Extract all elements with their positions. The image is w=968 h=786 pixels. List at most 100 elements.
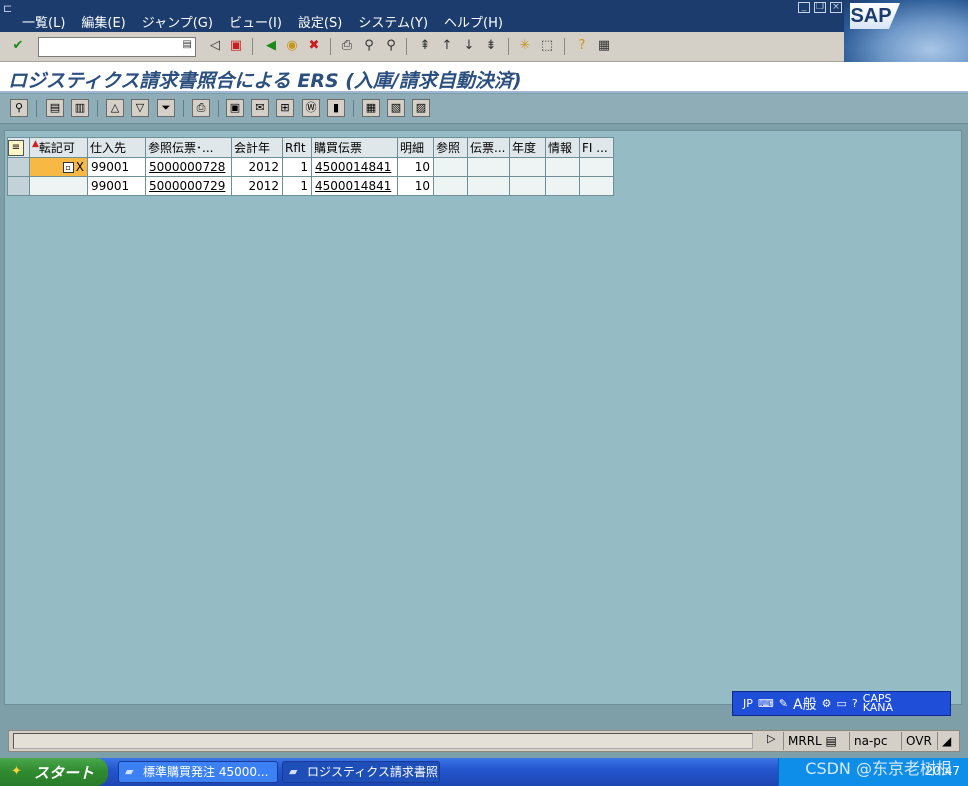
help-icon[interactable]: ? — [573, 37, 591, 55]
info-cell[interactable] — [545, 157, 580, 177]
item-cell[interactable]: 10 — [397, 176, 434, 196]
first-page-icon[interactable]: ⇞ — [416, 37, 434, 55]
grid-layout-cell[interactable]: ≡ — [7, 137, 30, 158]
vendor-cell[interactable]: 99001 — [87, 176, 146, 196]
po-link[interactable]: 4500014841 — [311, 157, 398, 177]
po-link[interactable]: 4500014841 — [311, 176, 398, 196]
ime-dictionary-icon[interactable]: ▭ — [836, 697, 846, 710]
change-layout-icon[interactable]: ▦ — [362, 99, 380, 117]
column-header-ref-doc[interactable]: 参照伝票･... — [145, 137, 232, 158]
restore-icon[interactable]: ❐ — [814, 2, 826, 13]
column-header-reference[interactable]: 参照 — [433, 137, 468, 158]
task-button-ers[interactable]: ▰ ロジスティクス請求書照... — [282, 761, 440, 783]
post-cell[interactable]: ▫ X — [29, 157, 88, 177]
column-header-post[interactable]: ▲転記可 — [29, 137, 88, 158]
post-cell[interactable] — [29, 176, 88, 196]
ime-mode[interactable]: A般 — [793, 694, 817, 714]
exit-icon[interactable]: ◉ — [283, 37, 301, 55]
new-session-icon[interactable]: ✳ — [516, 37, 534, 55]
command-field[interactable]: ▤ — [38, 37, 196, 57]
save-icon[interactable]: ▣ — [227, 37, 245, 55]
status-dropdown-icon[interactable]: ▤ — [826, 734, 837, 748]
deselect-all-icon[interactable]: ▥ — [71, 99, 89, 117]
menu-help[interactable]: ヘルプ(H) — [444, 12, 503, 31]
menu-edit[interactable]: 編集(E) — [81, 12, 125, 31]
print-preview-icon[interactable]: ⎙ — [192, 99, 210, 117]
status-expand-icon[interactable]: ▷ — [767, 732, 775, 745]
chart-icon[interactable]: ▮ — [327, 99, 345, 117]
mail-icon[interactable]: ✉ — [251, 99, 269, 117]
table-row[interactable]: 99001 5000000729 2012 1 4500014841 10 — [7, 176, 614, 196]
ime-lang[interactable]: JP — [743, 697, 753, 710]
ime-help-icon[interactable]: ? — [852, 697, 858, 710]
minimize-icon[interactable]: _ — [798, 2, 810, 13]
document-cell[interactable] — [467, 157, 510, 177]
column-header-vendor[interactable]: 仕入先 — [87, 137, 146, 158]
shortcut-icon[interactable]: ⬚ — [538, 37, 556, 55]
ime-pad-icon[interactable]: ⚙ — [822, 697, 832, 710]
menu-system[interactable]: システム(Y) — [358, 12, 428, 31]
spreadsheet-icon[interactable]: ⊞ — [276, 99, 294, 117]
system-menu-icon[interactable]: ⊏ — [3, 2, 12, 15]
export-icon[interactable]: ▣ — [226, 99, 244, 117]
filter-icon[interactable]: ⏷ — [157, 99, 175, 117]
rflt-cell[interactable]: 1 — [282, 176, 312, 196]
expand-icon[interactable]: ▫ — [62, 162, 74, 173]
find-next-icon[interactable]: ⚲ — [382, 37, 400, 55]
start-button[interactable]: ✦ スタート — [0, 758, 108, 786]
document-cell[interactable] — [467, 176, 510, 196]
resize-grip-icon[interactable]: ◢ — [937, 732, 959, 750]
history-back-icon[interactable]: ◁ — [206, 37, 224, 55]
column-header-fiscal-year[interactable]: 会計年 — [231, 137, 283, 158]
print-icon[interactable]: ⎙ — [338, 37, 356, 55]
next-page-icon[interactable]: ↓ — [460, 37, 478, 55]
vendor-cell[interactable]: 99001 — [87, 157, 146, 177]
menu-view[interactable]: ビュー(I) — [229, 12, 282, 31]
column-header-po[interactable]: 購買伝票 — [311, 137, 398, 158]
sort-descending-icon[interactable]: ▽ — [131, 99, 149, 117]
fi-cell[interactable] — [579, 176, 614, 196]
ref-doc-link[interactable]: 5000000729 — [145, 176, 232, 196]
menu-goto[interactable]: ジャンプ(G) — [142, 12, 213, 31]
rflt-cell[interactable]: 1 — [282, 157, 312, 177]
select-layout-icon[interactable]: ▧ — [387, 99, 405, 117]
word-processing-icon[interactable]: Ⓦ — [302, 99, 320, 117]
details-icon[interactable]: ⚲ — [10, 99, 28, 117]
select-all-icon[interactable]: ▤ — [46, 99, 64, 117]
year-cell[interactable] — [509, 157, 546, 177]
reference-cell[interactable] — [433, 157, 468, 177]
column-header-info[interactable]: 情報 — [545, 137, 580, 158]
menu-settings[interactable]: 設定(S) — [298, 12, 342, 31]
item-cell[interactable]: 10 — [397, 157, 434, 177]
status-mode[interactable]: OVR — [901, 732, 936, 750]
year-cell[interactable] — [509, 176, 546, 196]
save-layout-icon[interactable]: ▨ — [412, 99, 430, 117]
find-icon[interactable]: ⚲ — [360, 37, 378, 55]
column-header-rflt[interactable]: Rflt — [282, 137, 312, 158]
dropdown-icon[interactable]: ▤ — [183, 39, 192, 50]
fi-cell[interactable] — [579, 157, 614, 177]
keyboard-icon[interactable]: ⌨ — [758, 697, 774, 710]
enter-icon[interactable]: ✔ — [9, 37, 27, 55]
close-icon[interactable]: × — [830, 2, 842, 13]
fiscal-year-cell[interactable]: 2012 — [231, 176, 283, 196]
task-button-po[interactable]: ▰ 標準購買発注 45000... — [118, 761, 278, 783]
row-selector[interactable] — [7, 157, 30, 177]
menu-list-item[interactable]: 一覧(L) — [22, 12, 65, 31]
column-header-item[interactable]: 明細 — [397, 137, 434, 158]
info-cell[interactable] — [545, 176, 580, 196]
ime-tool-icon[interactable]: ✎ — [779, 697, 788, 710]
row-selector[interactable] — [7, 176, 30, 196]
column-header-document[interactable]: 伝票... — [467, 137, 510, 158]
cancel-icon[interactable]: ✖ — [305, 37, 323, 55]
back-icon[interactable]: ◀ — [262, 37, 280, 55]
ref-doc-link[interactable]: 5000000728 — [145, 157, 232, 177]
table-row[interactable]: ▫ X 99001 5000000728 2012 1 4500014841 10 — [7, 157, 614, 177]
fiscal-year-cell[interactable]: 2012 — [231, 157, 283, 177]
column-header-year[interactable]: 年度 — [509, 137, 546, 158]
column-header-fi[interactable]: FI ... — [579, 137, 614, 158]
reference-cell[interactable] — [433, 176, 468, 196]
sort-ascending-icon[interactable]: △ — [106, 99, 124, 117]
last-page-icon[interactable]: ⇟ — [482, 37, 500, 55]
previous-page-icon[interactable]: ↑ — [438, 37, 456, 55]
